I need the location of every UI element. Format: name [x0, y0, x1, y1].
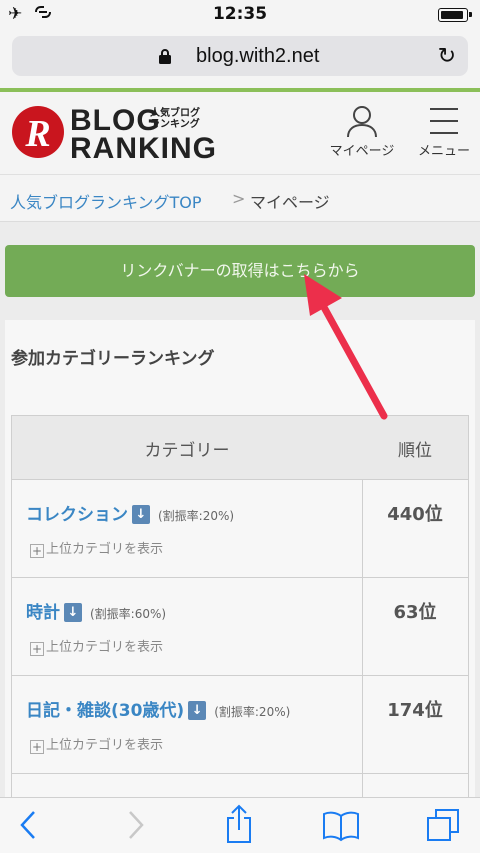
tabs-icon[interactable] — [426, 808, 460, 842]
plus-icon: + — [30, 544, 44, 558]
link-banner-button[interactable]: リンクバナーの取得はこちらから — [5, 245, 475, 297]
forward-icon[interactable] — [126, 808, 146, 842]
plus-icon: + — [30, 642, 44, 656]
logo-subtitle: 人気ブログ ランキング — [150, 108, 200, 130]
reload-icon[interactable]: ↻ — [438, 44, 456, 69]
rank-value: 440位 — [387, 504, 443, 525]
breadcrumb: 人気ブログランキングTOP > マイページ — [0, 174, 480, 222]
menu-label: メニュー — [417, 144, 470, 159]
mypage-button[interactable]: マイページ — [322, 104, 402, 159]
clock: 12:35 — [212, 4, 268, 24]
rank-value: 174位 — [387, 700, 443, 721]
category-link[interactable]: コレクション ↓ (割振率:20%) — [26, 500, 234, 525]
address-bar[interactable]: blog.with2.net ↻ — [12, 36, 468, 76]
down-arrow-icon[interactable]: ↓ — [64, 603, 82, 622]
rank-column-header: 順位 — [398, 441, 432, 461]
allocation-ratio: (割振率:20%) — [214, 705, 291, 719]
logo-mark[interactable]: R — [12, 106, 64, 158]
category-link[interactable]: 日記・雑談(30歳代) ↓ (割振率:20%) — [26, 696, 290, 721]
hamburger-icon — [430, 108, 458, 134]
user-icon — [347, 106, 377, 138]
show-parent-category[interactable]: + 上位カテゴリを表示 — [30, 734, 163, 754]
table-row: 日記・雑談(30歳代) ↓ (割振率:20%) + 上位カテゴリを表示 174位 — [12, 676, 468, 774]
down-arrow-icon[interactable]: ↓ — [188, 701, 207, 720]
site-header: R BLOG 人気ブログ ランキング RANKING マイページ メニュー — [0, 92, 480, 174]
show-parent-category[interactable]: + 上位カテゴリを表示 — [30, 636, 163, 656]
show-parent-category[interactable]: + 上位カテゴリを表示 — [30, 538, 163, 558]
category-ranking-panel: 参加カテゴリーランキング カテゴリー 順位 コレクション ↓ (割振率:20%) +… — [5, 320, 475, 815]
menu-button[interactable]: メニュー — [412, 104, 476, 159]
table-row: コレクション ↓ (割振率:20%) + 上位カテゴリを表示 440位 — [12, 480, 468, 578]
category-link[interactable]: 時計 ↓ (割振率:60%) — [26, 598, 166, 623]
rank-value: 63位 — [393, 602, 437, 623]
table-row: 時計 ↓ (割振率:60%) + 上位カテゴリを表示 63位 — [12, 578, 468, 676]
breadcrumb-separator: > — [232, 189, 246, 208]
url-text: blog.with2.net — [196, 45, 320, 67]
annotation-arrow — [304, 274, 388, 420]
logo-text-ranking[interactable]: RANKING — [70, 132, 217, 166]
status-bar: ✈ 12:35 — [0, 0, 480, 30]
allocation-ratio: (割振率:60%) — [90, 607, 167, 621]
share-icon[interactable] — [224, 804, 254, 844]
section-title: 参加カテゴリーランキング — [11, 349, 215, 369]
ranking-table: カテゴリー 順位 コレクション ↓ (割振率:20%) + 上位カテゴリを表示 440… — [11, 415, 469, 815]
allocation-ratio: (割振率:20%) — [158, 509, 235, 523]
battery-icon — [438, 8, 472, 22]
bookmarks-icon[interactable] — [322, 810, 360, 842]
battery-level — [441, 11, 463, 19]
down-arrow-icon[interactable]: ↓ — [132, 505, 150, 524]
back-icon[interactable] — [18, 808, 38, 842]
mypage-label: マイページ — [329, 144, 395, 159]
plus-icon: + — [30, 740, 44, 754]
browser-chrome: blog.with2.net ↻ — [0, 30, 480, 88]
lock-icon — [159, 49, 171, 64]
category-column-header: カテゴリー — [144, 441, 230, 461]
browser-toolbar — [0, 797, 480, 853]
breadcrumb-home-link[interactable]: 人気ブログランキングTOP — [10, 189, 202, 213]
breadcrumb-current: マイページ — [250, 193, 330, 212]
